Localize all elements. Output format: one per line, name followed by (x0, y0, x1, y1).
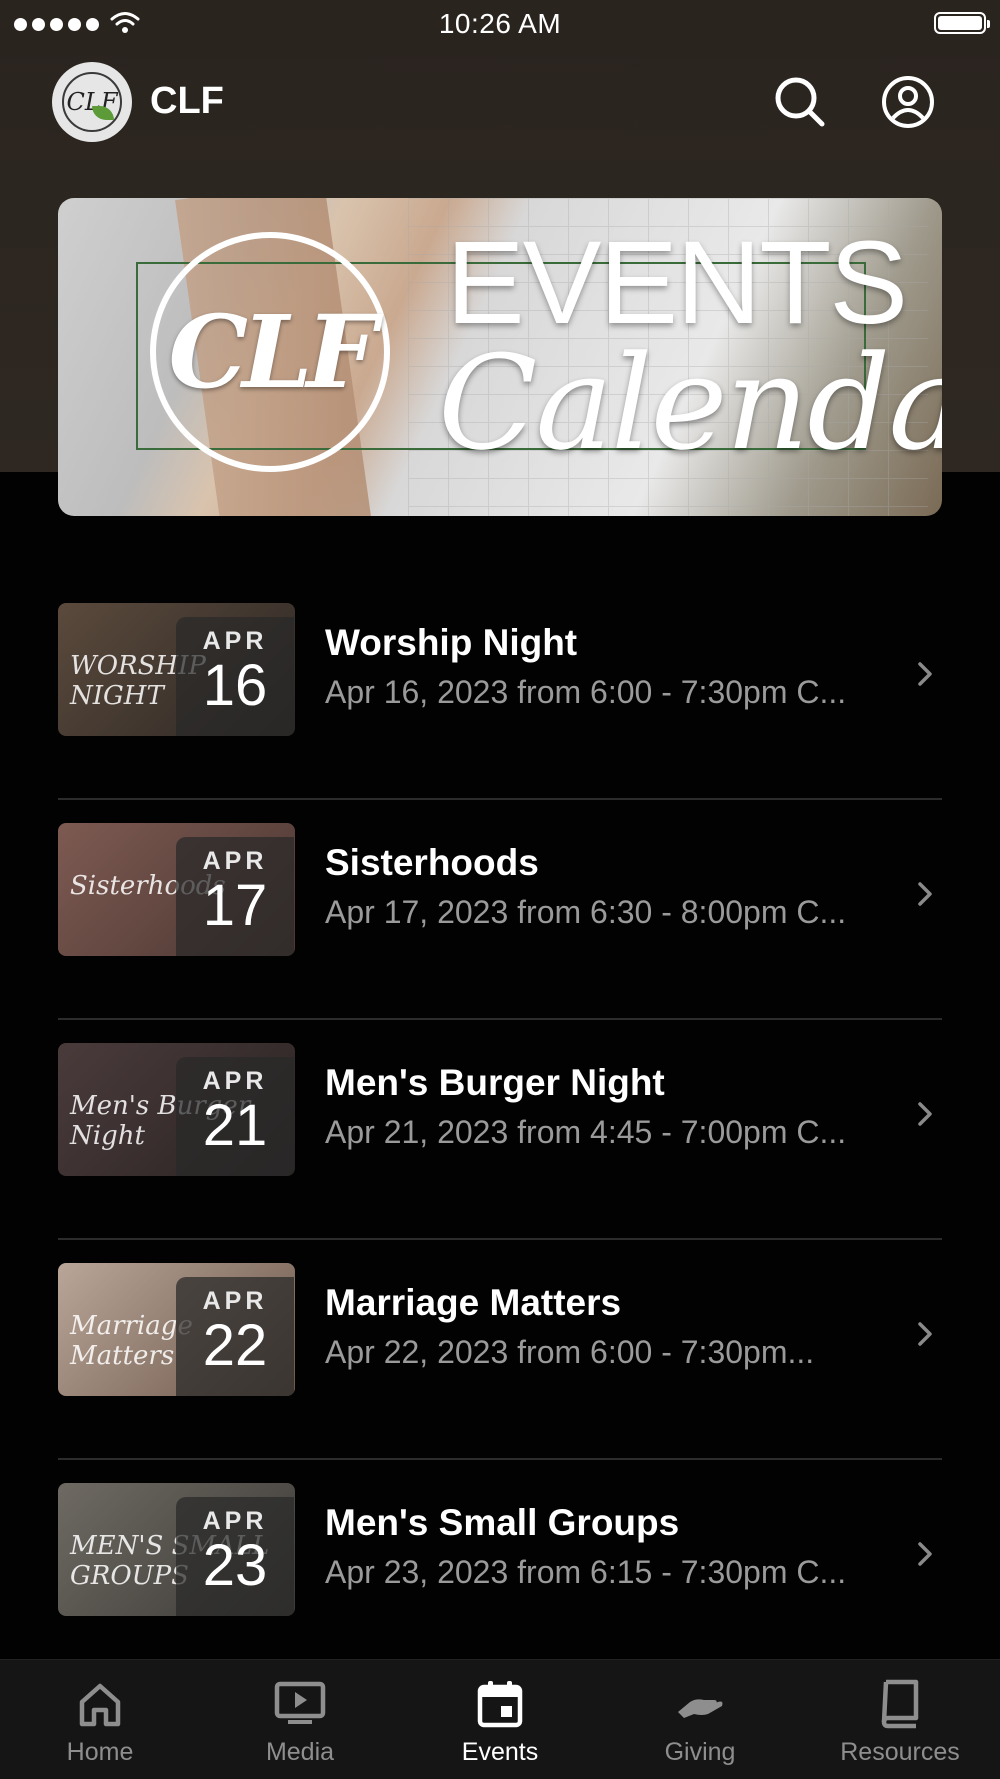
event-thumbnail: MEN'S SMALL GROUPS APR 23 (58, 1483, 295, 1616)
tab-media[interactable]: Media (200, 1660, 400, 1779)
banner-title: EVENTS (446, 217, 908, 349)
event-thumbnail: Sisterhoods APR 17 (58, 823, 295, 956)
event-thumbnail: WORSHIP NIGHT APR 16 (58, 603, 295, 736)
badge-day: 16 (202, 653, 268, 718)
status-bar: 10:26 AM (0, 0, 1000, 50)
chevron-right-icon (918, 662, 932, 686)
event-row[interactable]: Men's Burger Night APR 21 Men's Burger N… (58, 1020, 942, 1240)
event-subtitle: Apr 17, 2023 from 6:30 - 8:00pm C... (325, 894, 847, 930)
badge-month: APR (202, 627, 268, 655)
event-subtitle: Apr 22, 2023 from 6:00 - 7:30pm... (325, 1334, 815, 1370)
event-row[interactable]: Marriage Matters APR 22 Marriage Matters… (58, 1240, 942, 1460)
event-title: Men's Burger Night (325, 1062, 665, 1103)
date-badge: APR 17 (176, 837, 294, 956)
event-thumbnail: Men's Burger Night APR 21 (58, 1043, 295, 1176)
badge-month: APR (202, 1067, 268, 1095)
date-badge: APR 21 (176, 1057, 294, 1176)
app-title: CLF (150, 80, 224, 122)
app-header: CLF CLF (0, 60, 1000, 144)
media-icon (274, 1681, 326, 1724)
event-row[interactable]: WORSHIP NIGHT APR 16 Worship Night Apr 1… (58, 580, 942, 800)
event-subtitle: Apr 23, 2023 from 6:15 - 7:30pm C... (325, 1554, 847, 1590)
date-badge: APR 23 (176, 1497, 294, 1616)
status-time: 10:26 AM (438, 8, 562, 39)
tab-giving[interactable]: Giving (600, 1660, 800, 1779)
date-badge: APR 16 (176, 617, 294, 736)
tab-label: Home (66, 1738, 134, 1766)
badge-month: APR (202, 1287, 268, 1315)
search-icon[interactable] (772, 74, 828, 130)
badge-month: APR (202, 847, 268, 875)
badge-day: 23 (202, 1533, 268, 1598)
date-badge: APR 22 (176, 1277, 294, 1396)
event-title: Worship Night (325, 622, 578, 663)
tab-bar: Home Media Events Giving Resources (0, 1659, 1000, 1779)
banner-subtitle: Calendar (438, 327, 942, 479)
event-subtitle: Apr 16, 2023 from 6:00 - 7:30pm C... (325, 674, 847, 710)
chevron-right-icon (918, 1102, 932, 1126)
tab-resources[interactable]: Resources (800, 1660, 1000, 1779)
badge-month: APR (202, 1507, 268, 1535)
event-row[interactable]: Sisterhoods APR 17 Sisterhoods Apr 17, 2… (58, 800, 942, 1020)
chevron-right-icon (918, 1322, 932, 1346)
event-title: Marriage Matters (325, 1282, 622, 1323)
banner-logo-text: CLF (168, 293, 378, 411)
event-subtitle: Apr 21, 2023 from 4:45 - 7:00pm C... (325, 1114, 847, 1150)
tab-home[interactable]: Home (0, 1660, 200, 1779)
badge-day: 17 (202, 873, 268, 938)
tab-label: Events (461, 1738, 539, 1766)
tab-label: Giving (664, 1738, 736, 1766)
tab-label: Resources (840, 1738, 960, 1766)
giving-icon (678, 1699, 723, 1718)
tab-label: Media (265, 1738, 335, 1766)
event-title: Sisterhoods (325, 842, 539, 883)
chevron-right-icon (918, 1542, 932, 1566)
chevron-right-icon (918, 882, 932, 906)
logo-mark: CLF (62, 72, 122, 132)
tab-events[interactable]: Events (400, 1660, 600, 1779)
events-calendar-banner: CLF EVENTS Calendar (58, 198, 942, 516)
battery-icon (934, 12, 990, 34)
event-list: WORSHIP NIGHT APR 16 Worship Night Apr 1… (58, 580, 942, 1680)
book-icon (881, 1679, 919, 1729)
event-thumbnail: Marriage Matters APR 22 (58, 1263, 295, 1396)
church-logo[interactable]: CLF (52, 62, 132, 142)
event-row[interactable]: MEN'S SMALL GROUPS APR 23 Men's Small Gr… (58, 1460, 942, 1680)
home-icon (79, 1683, 121, 1727)
badge-day: 22 (202, 1313, 268, 1378)
account-icon[interactable] (880, 74, 936, 130)
calendar-icon (477, 1681, 523, 1728)
badge-day: 21 (202, 1093, 268, 1158)
event-title: Men's Small Groups (325, 1502, 680, 1543)
